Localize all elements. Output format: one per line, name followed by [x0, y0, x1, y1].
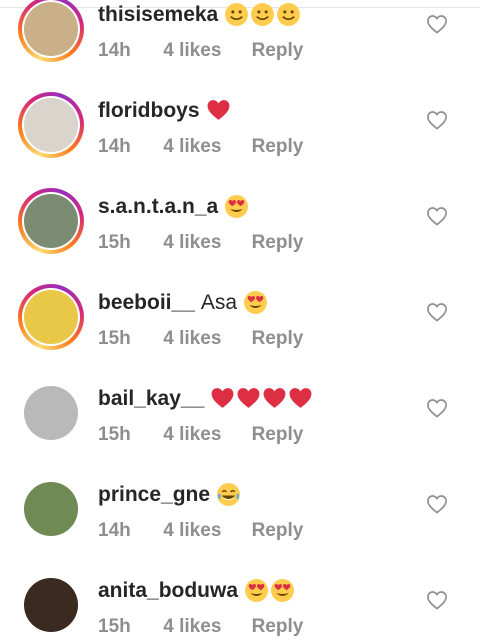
like-heart-icon[interactable]: [426, 494, 448, 514]
smile-emoji-icon: [251, 3, 275, 26]
avatar-ring[interactable]: [18, 476, 84, 542]
comment-username[interactable]: floridboys: [98, 99, 200, 123]
comment-row: s.a.n.t.a.n_a 15h 4 likes Reply: [0, 150, 480, 254]
like-heart-icon[interactable]: [426, 206, 448, 226]
avatar-ring[interactable]: [18, 380, 84, 446]
red-heart-emoji-icon: [237, 388, 260, 408]
comment-emoji: [210, 386, 313, 411]
heart-eyes-emoji-icon: [225, 195, 249, 218]
comment-likes[interactable]: 4 likes: [163, 616, 246, 638]
comment-username[interactable]: anita_boduwa: [98, 579, 238, 603]
like-heart-icon[interactable]: [426, 398, 448, 418]
heart-eyes-emoji-icon: [245, 579, 268, 602]
avatar: [24, 578, 78, 632]
red-heart-emoji-icon: [207, 100, 229, 120]
heart-eyes-emoji-icon: [271, 579, 294, 602]
avatar: [24, 2, 78, 56]
avatar: [24, 290, 78, 344]
red-heart-emoji-icon: [263, 388, 286, 408]
comment-username[interactable]: bail_kay__: [98, 387, 204, 411]
avatar-ring[interactable]: [18, 188, 84, 254]
comment-row: prince_gne 14h 4 likes Reply: [0, 438, 480, 541]
comment-row: anita_boduwa 15h 4 likes Reply: [0, 534, 480, 637]
comment-username[interactable]: s.a.n.t.a.n_a: [98, 195, 218, 219]
comment-row: thisisemeka 14h 4 likes Reply: [0, 0, 480, 62]
avatar: [24, 98, 78, 152]
like-heart-icon[interactable]: [426, 110, 448, 130]
comment-emoji: [224, 2, 301, 27]
comment-row: bail_kay__ 15h 4 likes Reply: [0, 342, 480, 445]
comment-emoji: [224, 194, 249, 219]
comment-username[interactable]: beeboii__: [98, 291, 195, 315]
avatar-ring[interactable]: [18, 92, 84, 158]
like-heart-icon[interactable]: [426, 14, 448, 34]
avatar: [24, 194, 78, 248]
comment-text: Asa: [200, 290, 238, 314]
comment-emoji: [206, 98, 231, 123]
comment-username[interactable]: thisisemeka: [98, 3, 218, 27]
comment-list: thisisemeka 14h 4 likes Reply floridboys…: [0, 0, 480, 637]
like-heart-icon[interactable]: [426, 302, 448, 322]
avatar: [24, 386, 78, 440]
comment-row: beeboii__ Asa 15h 4 likes Reply: [0, 246, 480, 350]
avatar: [24, 482, 78, 536]
smile-emoji-icon: [225, 3, 249, 26]
comment-emoji: [243, 290, 268, 315]
red-heart-emoji-icon: [289, 388, 312, 408]
like-heart-icon[interactable]: [426, 590, 448, 610]
heart-eyes-emoji-icon: [244, 291, 268, 314]
comment-emoji: [216, 482, 241, 507]
smile-emoji-icon: [277, 3, 301, 26]
avatar-ring[interactable]: [18, 0, 84, 62]
tears-of-joy-emoji-icon: [217, 483, 241, 506]
comment-emoji: [244, 578, 295, 603]
avatar-ring[interactable]: [18, 572, 84, 638]
comment-username[interactable]: prince_gne: [98, 483, 210, 507]
comment-time: 15h: [98, 616, 131, 637]
red-heart-emoji-icon: [211, 388, 234, 408]
reply-button[interactable]: Reply: [252, 616, 304, 637]
avatar-ring[interactable]: [18, 284, 84, 350]
comment-row: floridboys 14h 4 likes Reply: [0, 54, 480, 158]
